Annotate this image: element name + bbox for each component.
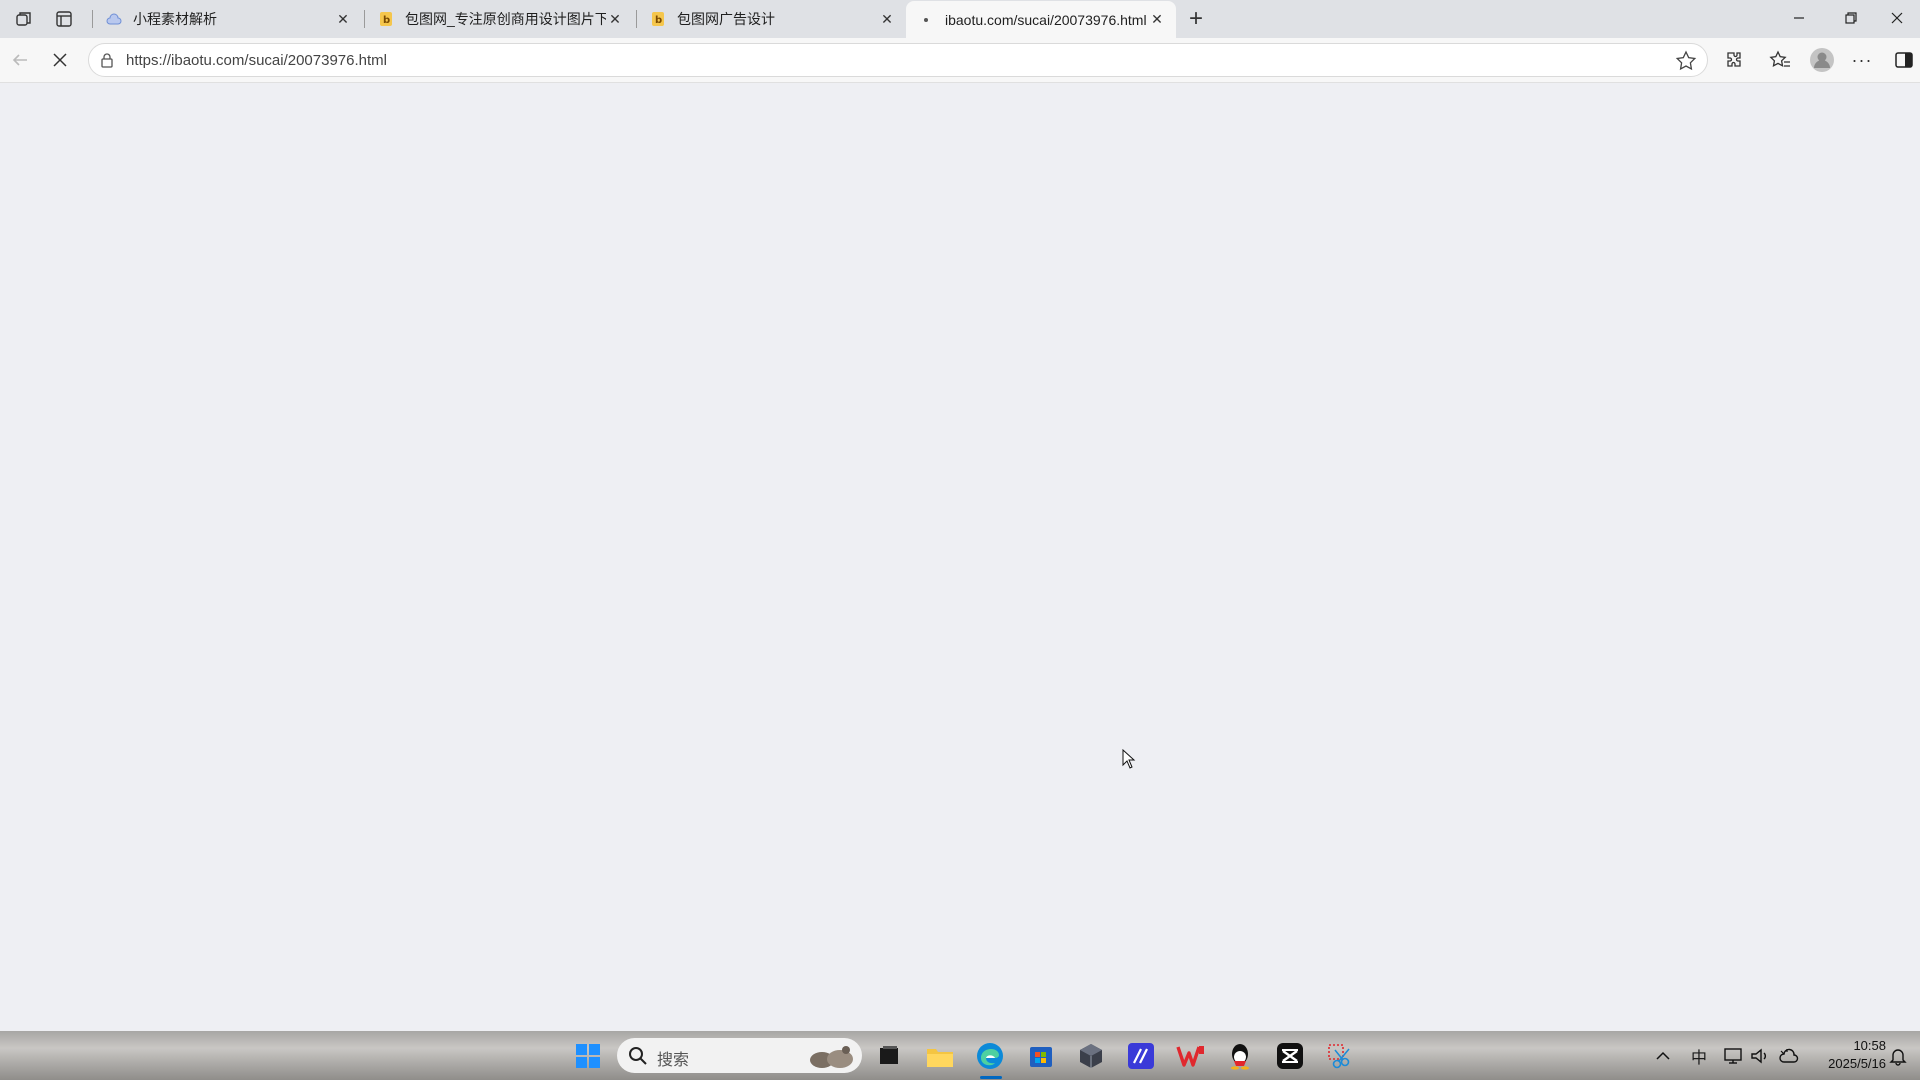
snipping-tool-icon[interactable]	[1321, 1037, 1359, 1075]
tab-1[interactable]: 小程素材解析 ✕	[94, 3, 362, 35]
system-clock[interactable]: 10:58 2025/5/16	[1810, 1037, 1886, 1073]
tab-title: 包图网广告设计	[677, 11, 775, 27]
tab-strip: 小程素材解析 ✕ b 包图网_专注原创商用设计图片下载 ✕ b 包图网广告设计 …	[0, 0, 1920, 38]
svg-text:b: b	[655, 15, 662, 26]
tab-title: ibaotu.com/sucai/20073976.html	[945, 11, 1147, 28]
close-tab-icon[interactable]: ✕	[606, 10, 624, 28]
page-content-area[interactable]	[0, 83, 1920, 1031]
loading-dot-icon	[918, 12, 934, 28]
svg-text:b: b	[383, 15, 390, 26]
show-hidden-icons-chevron-icon[interactable]	[1651, 1044, 1675, 1068]
url-text[interactable]: https://ibaotu.com/sucai/20073976.html	[126, 52, 387, 69]
edge-browser-icon[interactable]	[971, 1037, 1009, 1075]
close-window-icon[interactable]	[1874, 0, 1920, 36]
tab-actions-icon[interactable]	[50, 6, 78, 32]
tab-separator	[636, 10, 637, 28]
mouse-cursor-icon	[1122, 749, 1136, 769]
clock-date: 2025/5/16	[1828, 1056, 1886, 1071]
close-tab-icon[interactable]: ✕	[878, 10, 896, 28]
volume-icon[interactable]	[1748, 1044, 1772, 1068]
active-app-indicator	[980, 1076, 1002, 1079]
task-view-icon[interactable]	[870, 1037, 908, 1075]
restore-icon[interactable]	[1828, 0, 1874, 36]
3d-app-icon[interactable]	[1072, 1037, 1110, 1075]
tab-separator	[92, 10, 93, 28]
taskbar-search-box[interactable]: 搜索	[617, 1038, 862, 1073]
clock-time: 10:58	[1853, 1038, 1886, 1053]
design-app-icon[interactable]	[1122, 1037, 1160, 1075]
navigation-bar: https://ibaotu.com/sucai/20073976.html ·…	[0, 38, 1920, 83]
extensions-icon[interactable]	[1718, 44, 1750, 76]
file-explorer-icon[interactable]	[921, 1037, 959, 1075]
cloud-icon	[106, 11, 122, 27]
wps-office-icon[interactable]	[1172, 1037, 1210, 1075]
tab-title: 小程素材解析	[133, 11, 217, 27]
new-tab-icon[interactable]: +	[1182, 5, 1210, 32]
address-bar[interactable]: https://ibaotu.com/sucai/20073976.html	[88, 43, 1708, 77]
tab-2[interactable]: b 包图网_专注原创商用设计图片下载 ✕	[366, 3, 634, 35]
windows-start-icon[interactable]	[569, 1037, 607, 1075]
capcut-icon[interactable]	[1271, 1037, 1309, 1075]
close-tab-icon[interactable]: ✕	[334, 10, 352, 28]
lock-icon[interactable]	[99, 52, 115, 68]
back-icon[interactable]	[4, 44, 36, 76]
search-highlight-image-icon	[810, 1046, 853, 1068]
baotu-icon: b	[650, 11, 666, 27]
weather-cloud-icon[interactable]	[1777, 1044, 1801, 1068]
network-icon[interactable]	[1722, 1044, 1746, 1068]
close-tab-icon[interactable]: ✕	[1148, 11, 1166, 29]
tab-3[interactable]: b 包图网广告设计 ✕	[638, 3, 906, 35]
tab-4-active[interactable]: ibaotu.com/sucai/20073976.html ✕	[906, 1, 1176, 38]
search-icon	[629, 1047, 647, 1065]
search-placeholder: 搜索	[657, 1052, 690, 1069]
favorites-icon[interactable]	[1764, 44, 1796, 76]
notification-bell-icon[interactable]	[1886, 1044, 1910, 1068]
qq-icon[interactable]	[1221, 1037, 1259, 1075]
more-options-icon[interactable]: ···	[1846, 44, 1878, 76]
workspaces-icon[interactable]	[10, 6, 38, 32]
sidebar-toggle-icon[interactable]	[1888, 44, 1920, 76]
minimize-icon[interactable]	[1776, 0, 1822, 36]
profile-avatar-icon[interactable]	[1806, 44, 1838, 76]
stop-loading-icon[interactable]	[44, 44, 76, 76]
baotu-icon: b	[378, 11, 394, 27]
favorite-star-icon[interactable]	[1675, 50, 1697, 72]
windows-taskbar: 搜索 中 10:58 2025/5/16	[0, 1031, 1920, 1080]
microsoft-store-icon[interactable]	[1022, 1037, 1060, 1075]
ime-indicator[interactable]: 中	[1687, 1044, 1711, 1068]
tab-title: 包图网_专注原创商用设计图片下载	[405, 11, 606, 27]
tab-separator	[364, 10, 365, 28]
